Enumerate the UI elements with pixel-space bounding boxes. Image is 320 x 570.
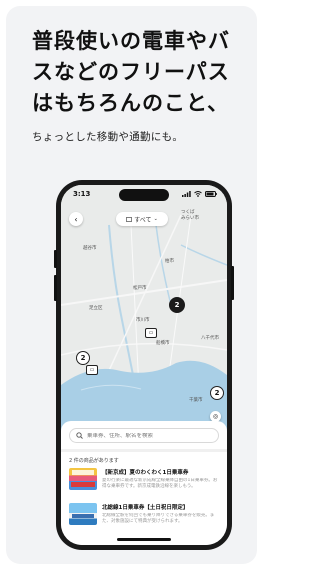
map-label-koshigaya: 越谷市 xyxy=(83,246,97,251)
status-time: 3:13 xyxy=(73,190,91,198)
category-filter-label: すべて xyxy=(134,216,152,224)
promo-card: 普段使いの電車やバ スなどのフリーパス はもちろんのこと、 ちょっとした移動や通… xyxy=(6,6,257,564)
list-item-desc: 北総線全駅を何回でも乗り降りできる乗車券を販売。また、対象施設にて特典が受けられ… xyxy=(102,513,215,524)
category-filter[interactable]: すべて ⌄ xyxy=(116,212,168,226)
list-item[interactable]: 北総線1日乗車券【土日祝日限定】 北総線全駅を何回でも乗り降りできる乗車券を販売… xyxy=(69,503,221,537)
map-label-funabashi: 船橋市 xyxy=(156,341,170,346)
search-bar[interactable] xyxy=(69,428,219,443)
subline: ちょっとした移動や通勤にも。 xyxy=(32,131,184,143)
search-icon xyxy=(76,432,83,439)
map-label-tsukuba: つくば みらい市 xyxy=(181,210,199,221)
back-button[interactable]: ‹ xyxy=(69,212,83,226)
ticket-icon: ▭ xyxy=(148,330,154,336)
map-label-kashiwa: 柏市 xyxy=(165,259,174,264)
phone-volume-button xyxy=(54,250,57,268)
map-label-chiba: 千葉市 xyxy=(189,398,203,403)
map-label-yachiyo: 八千代市 xyxy=(201,336,219,341)
list-item-title: 北総線1日乗車券【土日祝日限定】 xyxy=(102,505,189,511)
phone-mockup: 3:13 ‹ すべて ⌄ つくば みらい市 越谷市 柏市 松戸市 足立区 市川市… xyxy=(54,180,234,550)
results-count: 2 件の商品があります xyxy=(69,458,119,464)
map-cluster-pin[interactable]: 2 xyxy=(169,297,185,313)
search-input[interactable] xyxy=(87,432,207,439)
status-icons xyxy=(182,191,217,197)
home-indicator xyxy=(117,538,171,541)
battery-icon xyxy=(205,191,217,197)
wifi-icon xyxy=(194,191,202,197)
chevron-down-icon: ⌄ xyxy=(153,216,158,222)
list-item-text: 【新京成】夏のわくわく1日乗車券 夏の行楽に最適な新京成線全線乗降自由の1日乗車… xyxy=(102,468,220,502)
ticket-icon: ▭ xyxy=(89,367,95,373)
map-ticket-pin[interactable]: ▭ xyxy=(86,365,98,375)
headline-line-1: 普段使いの電車やバ xyxy=(32,29,230,53)
results-sheet: 2 件の商品があります 【新京成】夏のわくわく1日乗車券 夏の行楽に最適な新京成… xyxy=(61,421,227,545)
phone-screen: 3:13 ‹ すべて ⌄ つくば みらい市 越谷市 柏市 松戸市 足立区 市川市… xyxy=(61,185,227,545)
phone-power-button xyxy=(231,266,234,300)
list-item-text: 北総線1日乗車券【土日祝日限定】 北総線全駅を何回でも乗り降りできる乗車券を販売… xyxy=(102,503,220,537)
list-item[interactable]: 【新京成】夏のわくわく1日乗車券 夏の行楽に最適な新京成線全線乗降自由の1日乗車… xyxy=(69,468,221,502)
locate-icon: ◎ xyxy=(212,413,219,420)
map-label-adachi: 足立区 xyxy=(89,306,103,311)
headline-line-3: はもちろんのこと、 xyxy=(32,91,230,115)
dynamic-island xyxy=(119,189,169,201)
map-label-ichikawa: 市川市 xyxy=(136,318,150,323)
phone-volume-button xyxy=(54,275,57,301)
map-label-matsudo: 松戸市 xyxy=(133,286,147,291)
map-ticket-pin[interactable]: ▭ xyxy=(145,328,157,338)
map-cluster-pin[interactable]: 2 xyxy=(76,351,90,365)
sheet-divider xyxy=(61,449,227,452)
ticket-icon xyxy=(126,216,133,222)
headline: 普段使いの電車やバ スなどのフリーパス はもちろんのこと、 xyxy=(32,26,257,119)
product-thumbnail xyxy=(69,468,97,490)
list-item-title: 【新京成】夏のわくわく1日乗車券 xyxy=(102,470,189,476)
list-item-desc: 夏の行楽に最適な新京成線全線乗降自由の1日乗車券。お得な乗車券です。新京成電鉄沿… xyxy=(102,478,218,489)
map-cluster-pin[interactable]: 2 xyxy=(210,386,224,400)
signal-icon xyxy=(182,191,191,197)
headline-line-2: スなどのフリーパス xyxy=(32,60,230,84)
product-thumbnail xyxy=(69,503,97,525)
chevron-left-icon: ‹ xyxy=(74,214,78,224)
